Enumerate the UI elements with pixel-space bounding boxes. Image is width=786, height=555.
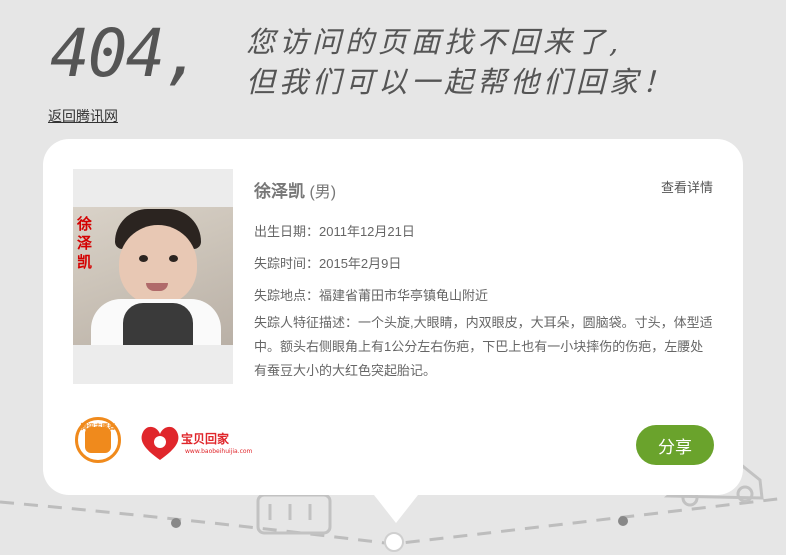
error-headline: 您访问的页面找不回来了, 但我们可以一起帮他们回家！	[246, 22, 675, 102]
photo-frame: 徐泽凯	[73, 169, 233, 384]
headline-line-1: 您访问的页面找不回来了,	[246, 25, 623, 59]
baobeihuijia-logo: 宝贝回家 www.baobeihuijia.com	[139, 422, 253, 464]
missing-child-card: 徐泽凯 徐泽凯 (男) 查看详情 出生日期：2011年12月21日 失踪时间：2…	[43, 139, 743, 495]
headline-line-2: 但我们可以一起帮他们回家！	[246, 65, 676, 99]
bus-icon	[256, 493, 332, 535]
card-pointer	[374, 495, 418, 523]
child-gender: (男)	[309, 184, 337, 201]
error-code: 404,	[50, 15, 203, 92]
birth-date: 出生日期：2011年12月21日	[254, 224, 415, 239]
child-name-line: 徐泽凯 (男)	[254, 177, 336, 202]
volunteer-logo-text: 腾讯志愿者	[80, 423, 116, 431]
missing-time: 失踪时间：2015年2月9日	[254, 256, 402, 271]
back-to-tencent-link[interactable]: 返回腾讯网	[48, 106, 118, 126]
share-button[interactable]: 分享	[636, 425, 714, 465]
child-name: 徐泽凯	[254, 182, 305, 201]
baobei-logo-url: www.baobeihuijia.com	[185, 448, 253, 455]
map-pin-icon	[618, 516, 628, 526]
photo-caption: 徐泽凯	[77, 216, 93, 271]
missing-place: 失踪地点：福建省莆田市华亭镇龟山附近	[254, 288, 489, 303]
child-photo: 徐泽凯	[73, 207, 233, 345]
feature-description: 失踪人特征描述：一个头旋,大眼睛，内双眼皮，大耳朵，圆脑袋。寸头，体型适中。额头…	[254, 315, 713, 378]
heart-icon	[141, 426, 179, 460]
view-details-link[interactable]: 查看详情	[661, 177, 713, 196]
route-marker-icon	[384, 532, 404, 552]
baobei-logo-text: 宝贝回家	[181, 432, 230, 446]
